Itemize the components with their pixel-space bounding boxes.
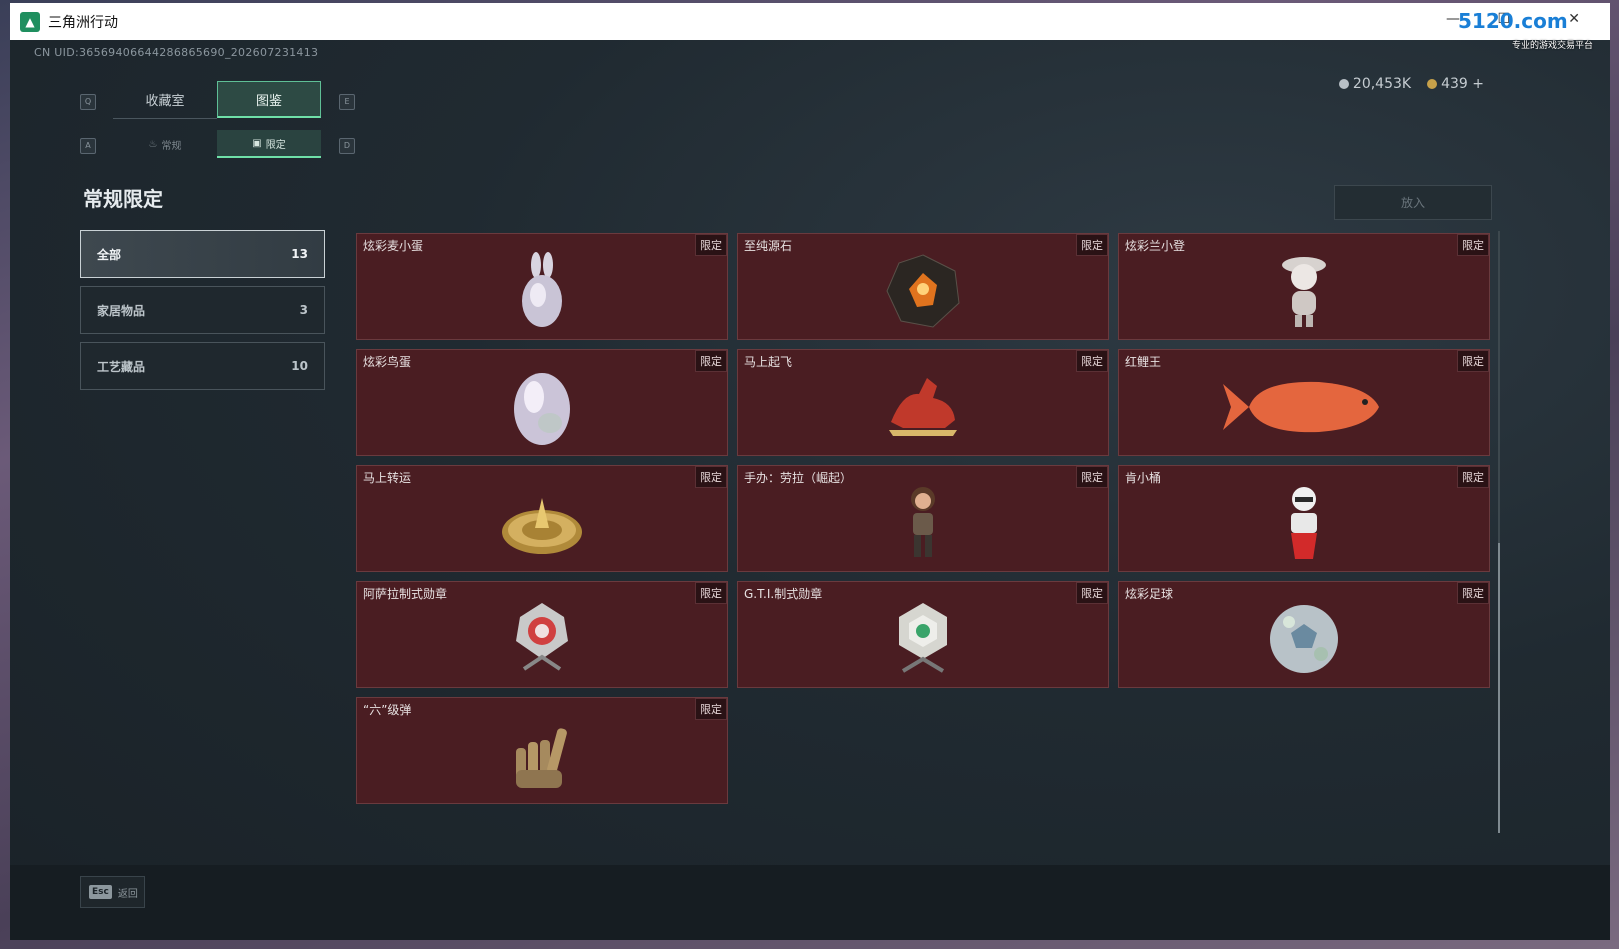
back-label: 返回	[117, 888, 138, 900]
watermark-subtitle: 专业的游戏交易平台	[1512, 41, 1594, 51]
category-label: 家居物品	[97, 303, 146, 318]
limited-badge: 限定	[1457, 350, 1489, 372]
category-label: 全部	[97, 247, 122, 262]
item-name: “六”级弹	[363, 703, 412, 717]
title-bar: ▲ 三角洲行动 — ☐ ✕	[10, 3, 1610, 40]
gti-medal-icon	[899, 602, 947, 673]
golden-dial-icon	[502, 497, 582, 554]
horse-icon	[889, 377, 957, 436]
limited-badge: 限定	[1457, 582, 1489, 604]
category-home-items[interactable]: 家居物品 3	[80, 286, 325, 334]
item-card[interactable]: 炫彩足球 限定	[1118, 581, 1490, 688]
subtab-limited-label: 限定	[265, 139, 286, 151]
item-card[interactable]: 马上转运 限定	[356, 465, 728, 572]
limited-badge: 限定	[1076, 582, 1108, 604]
gold-amount: 439 +	[1441, 76, 1484, 92]
asala-medal-icon	[516, 602, 568, 671]
item-card[interactable]: 红鲤王 限定	[1118, 349, 1490, 456]
grid-scrollbar-thumb[interactable]	[1498, 543, 1500, 833]
subtab-regular[interactable]: ♨ 常规	[113, 130, 217, 158]
limited-badge: 限定	[695, 234, 727, 256]
d-key-hint: D	[339, 138, 355, 154]
limited-badge: 限定	[1076, 466, 1108, 488]
page-title: 常规限定	[83, 187, 163, 211]
item-name: 马上转运	[363, 471, 412, 485]
subtab-limited[interactable]: ▣ 限定	[217, 130, 321, 158]
item-name: G.T.I.制式勋章	[744, 587, 823, 601]
figure-hat-icon	[1282, 256, 1326, 327]
item-name: 红鲤王	[1125, 355, 1162, 369]
item-card[interactable]: 炫彩兰小登 限定	[1118, 233, 1490, 340]
flame-icon: ♨	[148, 138, 158, 150]
main-tabs: 收藏室 图鉴	[113, 81, 322, 119]
item-name: 炫彩麦小蛋	[363, 239, 424, 253]
football-icon	[1270, 604, 1338, 673]
bullet-hand-icon	[516, 728, 567, 788]
lara-figure-icon	[911, 486, 935, 557]
bucket-figure-icon	[1291, 486, 1317, 559]
limited-badge: 限定	[1076, 234, 1108, 256]
item-card[interactable]: “六”级弹 限定	[356, 697, 728, 804]
category-crafts[interactable]: 工艺藏品 10	[80, 342, 325, 390]
category-count: 13	[291, 247, 308, 261]
limited-badge: 限定	[695, 582, 727, 604]
a-key-hint: A	[80, 138, 96, 154]
carp-icon	[1223, 381, 1379, 432]
item-card[interactable]: 至纯源石 限定	[737, 233, 1109, 340]
item-card[interactable]: G.T.I.制式勋章 限定	[737, 581, 1109, 688]
item-name: 肯小桶	[1125, 471, 1162, 485]
currency-bar: 20,453K 439 +	[1338, 76, 1484, 92]
limited-badge: 限定	[1457, 234, 1489, 256]
item-name: 马上起飞	[744, 355, 793, 369]
rabbit-egg-icon	[522, 251, 562, 327]
silver-amount: 20,453K	[1352, 76, 1412, 92]
item-card[interactable]: 手办：劳拉（崛起） 限定	[737, 465, 1109, 572]
item-card[interactable]: 肯小桶 限定	[1118, 465, 1490, 572]
item-grid: 炫彩麦小蛋 限定 至纯源石 限定 炫彩兰小登 限定 炫彩鸟蛋 限定 马上起飞 限…	[356, 233, 1491, 804]
user-uid: CN UID:36569406644286865690_202607231413	[34, 46, 319, 59]
category-label: 工艺藏品	[97, 359, 146, 374]
window-title: 三角洲行动	[48, 14, 118, 31]
limited-badge: 限定	[695, 350, 727, 372]
limited-badge: 限定	[695, 698, 727, 720]
e-key-hint: E	[339, 94, 355, 110]
item-name: 阿萨拉制式勋章	[363, 587, 448, 601]
gold-currency[interactable]: 439 +	[1427, 76, 1484, 92]
esc-key-icon: Esc	[89, 885, 112, 899]
pearl-egg-icon	[514, 372, 570, 445]
category-count: 10	[291, 359, 308, 373]
item-name: 手办：劳拉（崛起）	[744, 471, 853, 485]
item-card[interactable]: 阿萨拉制式勋章 限定	[356, 581, 728, 688]
category-all[interactable]: 全部 13	[80, 230, 325, 278]
item-name: 炫彩足球	[1125, 587, 1174, 601]
q-key-hint: Q	[80, 94, 96, 110]
limited-badge: 限定	[695, 466, 727, 488]
tab-collection-room[interactable]: 收藏室	[113, 81, 217, 119]
back-button[interactable]: Esc 返回	[80, 876, 145, 908]
watermark-logo: 5120.com	[1458, 9, 1568, 33]
category-list: 全部 13 家居物品 3 工艺藏品 10	[80, 230, 325, 398]
item-name: 炫彩鸟蛋	[363, 355, 412, 369]
item-name: 至纯源石	[744, 239, 793, 253]
sub-tabs: ♨ 常规 ▣ 限定	[113, 130, 322, 158]
source-stone-icon	[886, 254, 960, 328]
tab-codex[interactable]: 图鉴	[217, 81, 321, 118]
gold-coin-icon	[1427, 79, 1438, 89]
item-name: 炫彩兰小登	[1125, 239, 1186, 253]
limited-badge: 限定	[1457, 466, 1489, 488]
silver-coin-icon	[1338, 79, 1349, 89]
item-card[interactable]: 马上起飞 限定	[737, 349, 1109, 456]
place-button[interactable]: 放入	[1334, 185, 1492, 220]
limited-badge: 限定	[1076, 350, 1108, 372]
game-window: ▲ 三角洲行动 — ☐ ✕ 5120.com 专业的游戏交易平台 CN UID:…	[10, 3, 1610, 940]
item-card[interactable]: 炫彩鸟蛋 限定	[356, 349, 728, 456]
watermark: 5120.com 专业的游戏交易平台	[1450, 3, 1610, 53]
category-count: 3	[299, 303, 308, 317]
item-card[interactable]: 炫彩麦小蛋 限定	[356, 233, 728, 340]
image-icon: ▣	[252, 137, 262, 149]
silver-currency: 20,453K	[1338, 76, 1412, 92]
app-logo-icon: ▲	[20, 11, 40, 32]
subtab-regular-label: 常规	[161, 140, 182, 152]
footer-bar	[10, 865, 1610, 940]
